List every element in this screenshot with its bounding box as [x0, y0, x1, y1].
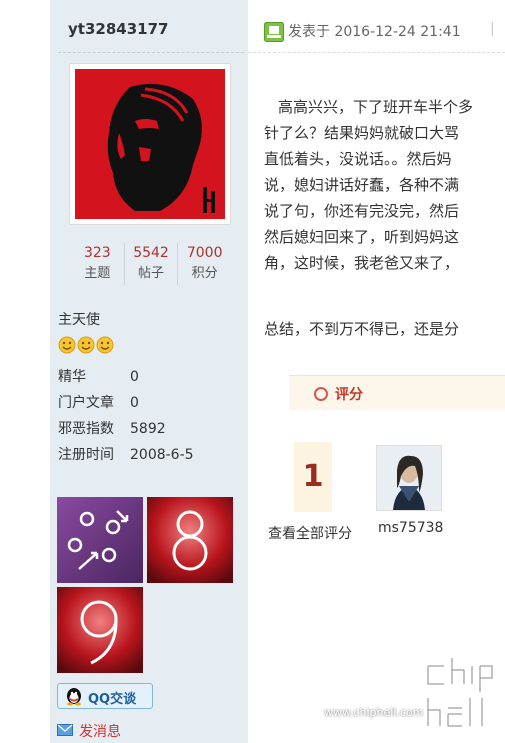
medal-9-icon[interactable] — [57, 587, 143, 673]
avatar-image — [75, 69, 225, 219]
header-separator: | — [490, 21, 495, 37]
author-stats: 323 主题 5542 帖子 7000 积分 — [71, 243, 231, 285]
qq-penguin-icon — [67, 688, 81, 706]
post-line: 高高兴兴，下了班开车半个多 — [278, 98, 474, 116]
online-status-icon — [264, 22, 284, 42]
stat-value: 7000 — [186, 245, 223, 261]
qq-chat-label: QQ交谈 — [88, 692, 137, 707]
post-body: 高高兴兴，下了班开车半个多 针了么？结果妈妈就破口大骂 直低着头，没说话。。然后… — [264, 94, 473, 276]
divider — [58, 52, 244, 53]
author-info: 精华 0 门户文章 0 邪恶指数 5892 注册时间 2008-6-5 — [58, 364, 194, 468]
user-rank[interactable]: 主天使 — [58, 309, 100, 329]
post-line: 针了么？结果妈妈就破口大骂 — [264, 124, 460, 142]
author-avatar[interactable] — [69, 63, 231, 225]
smiley-icon — [58, 336, 76, 354]
stat-threads[interactable]: 323 主题 — [71, 243, 125, 285]
info-value: 0 — [130, 395, 139, 411]
post-summary: 总结，不到万不得已，还是分 — [264, 320, 460, 338]
info-row: 门户文章 0 — [58, 390, 194, 416]
smiley-icon — [96, 336, 114, 354]
stat-label: 主题 — [84, 266, 111, 281]
rater-username[interactable]: ms75738 — [378, 520, 443, 536]
rating-ring-icon — [314, 387, 328, 401]
rater-avatar[interactable] — [376, 445, 442, 511]
info-value: 5892 — [130, 421, 166, 437]
left-gutter — [0, 0, 50, 743]
post-line: 然后媳妇回来了，听到妈妈这 — [264, 228, 460, 246]
rating-title: 评分 — [335, 387, 363, 403]
chiphell-logo-icon — [425, 655, 495, 729]
info-row: 注册时间 2008-6-5 — [58, 442, 194, 468]
info-key: 注册时间 — [58, 447, 114, 463]
post-time: 发表于 2016-12-24 21:41 — [288, 24, 461, 40]
qq-chat-button[interactable]: QQ交谈 — [57, 683, 153, 709]
stat-value: 323 — [83, 245, 111, 261]
post-content: 发表于 2016-12-24 21:41 | 高高兴兴，下了班开车半个多 针了么… — [248, 0, 505, 743]
stat-label: 积分 — [191, 266, 218, 281]
stat-label: 帖子 — [138, 266, 165, 281]
rank-stars — [58, 336, 114, 354]
stat-credits[interactable]: 7000 积分 — [178, 243, 231, 285]
info-key: 邪恶指数 — [58, 421, 114, 437]
view-all-ratings-link[interactable]: 查看全部评分 — [268, 523, 352, 543]
watermark-url: www.chiphell.com — [324, 706, 424, 719]
author-sidebar: yt32843177 323 主题 5542 帖子 7000 积分 主天使 精华… — [50, 0, 248, 743]
divider — [248, 52, 505, 53]
post-line: 说了句，你还有完没完，然后 — [264, 202, 460, 220]
post-line: 说，媳妇讲话好蠢，各种不满 — [264, 176, 460, 194]
envelope-icon — [57, 724, 73, 736]
author-username[interactable]: yt32843177 — [68, 20, 168, 38]
medal-8-icon[interactable] — [147, 497, 233, 583]
stat-value: 5542 — [133, 245, 169, 261]
info-key: 精华 — [58, 369, 86, 385]
info-row: 邪恶指数 5892 — [58, 416, 194, 442]
send-message-label: 发消息 — [79, 724, 121, 740]
post-header: 发表于 2016-12-24 21:41 | — [248, 10, 505, 53]
info-value: 2008-6-5 — [130, 447, 194, 463]
stat-posts[interactable]: 5542 帖子 — [125, 243, 179, 285]
rating-header: 评分 — [289, 375, 505, 410]
post-line: 直低着头，没说话。。然后妈 — [264, 150, 452, 168]
info-value: 0 — [130, 369, 139, 385]
info-key: 门户文章 — [58, 395, 114, 411]
info-row: 精华 0 — [58, 364, 194, 390]
post-line: 角，这时候，我老爸又来了， — [264, 254, 460, 272]
medal-share-icon[interactable] — [57, 497, 143, 583]
rating-count: 1 — [294, 442, 332, 512]
smiley-icon — [77, 336, 95, 354]
